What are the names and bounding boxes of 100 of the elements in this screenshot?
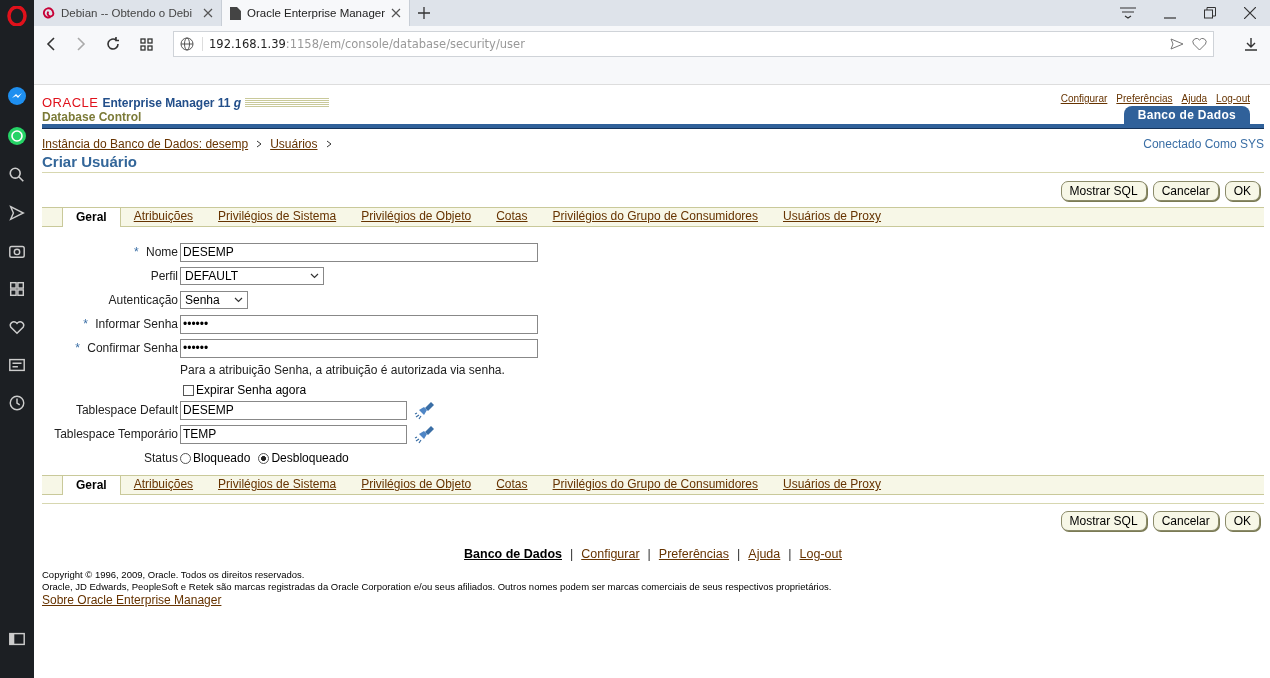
tab[interactable]: Atribuições (133, 477, 194, 494)
tab[interactable]: Geral (62, 475, 121, 495)
radio-label: Bloqueado (193, 451, 251, 465)
send-icon[interactable] (8, 204, 26, 222)
url-text: 192.168.1.39:1158/em/console/database/security/user (202, 37, 525, 51)
flashlight-icon[interactable] (413, 423, 435, 445)
chevron-icon (325, 140, 332, 148)
product-name: Enterprise Manager 11 g (102, 95, 242, 110)
field-label: Tablespace Temporário (54, 427, 178, 441)
globe-icon (180, 37, 194, 51)
trademark-text: Oracle, JD Edwards, PeopleSoft e Retek são marcas registradas da Oracle Corporation e/ou seus afiliados. Outros nomes podem ser marcas comerciais de seus respectivos proprietários. (42, 581, 833, 593)
action-button[interactable]: Mostrar SQL (1060, 511, 1147, 531)
dropdown[interactable]: DEFAULT (180, 267, 325, 285)
tab[interactable]: Privilégios de Sistema (218, 477, 337, 494)
restore-icon[interactable] (1204, 7, 1216, 19)
oracle-logo: ORACLE (42, 95, 99, 110)
sidebar-toggle-icon[interactable] (8, 630, 26, 648)
field-label: Nome (146, 245, 178, 259)
swirl-icon (42, 6, 55, 20)
checkbox[interactable] (183, 384, 194, 396)
radio-label: Desbloqueado (271, 451, 349, 465)
tab-menu-icon[interactable] (1120, 7, 1136, 19)
tab[interactable]: Privilégios do Grupo de Consumidores (552, 209, 758, 226)
tab[interactable]: Privilégios de Sistema (218, 209, 337, 226)
separator: | (647, 547, 651, 561)
history-icon[interactable] (8, 394, 26, 412)
field-label: Informar Senha (95, 317, 178, 331)
action-button[interactable]: Cancelar (1152, 511, 1219, 531)
required-mark: * (133, 245, 139, 259)
field-label: Confirmar Senha (87, 341, 178, 355)
separator: | (570, 547, 574, 561)
required-mark: * (83, 317, 88, 331)
text-field[interactable]: DESEMP (180, 242, 538, 262)
tab[interactable]: Cotas (496, 209, 528, 226)
flashlight-icon[interactable] (413, 399, 435, 421)
global-link[interactable]: Configurar (1060, 93, 1108, 104)
field-label: Perfil (150, 269, 178, 283)
separator: | (788, 547, 792, 561)
download-icon[interactable] (1244, 37, 1258, 51)
text-field[interactable]: DESEMP (180, 400, 407, 420)
footer-link[interactable]: Log-out (799, 547, 842, 561)
field-label: Status (143, 451, 178, 465)
copyright-text: Copyright © 1996, 2009, Oracle. Todos os direitos reservados. (42, 569, 306, 581)
password-field[interactable]: •••••• (180, 338, 538, 358)
hint-text: Para a atribuição Senha, a atribuição é autorizada via senha. (180, 362, 506, 379)
field-label: Autenticação (108, 293, 178, 307)
product-subtitle: Database Control (42, 110, 143, 124)
radio-button[interactable] (180, 452, 191, 464)
whatsapp-icon[interactable] (7, 126, 27, 146)
chevron-icon (233, 297, 243, 303)
breadcrumb-link[interactable]: Usuários (270, 137, 318, 151)
global-link[interactable]: Preferências (1116, 93, 1173, 104)
grid-icon[interactable] (140, 37, 153, 51)
page-title: Criar Usuário (42, 153, 1264, 173)
field-label: Tablespace Default (75, 403, 178, 417)
footer-link[interactable]: Preferências (658, 547, 730, 561)
action-button[interactable]: OK (1224, 181, 1260, 201)
footer-link[interactable]: Configurar (581, 547, 640, 561)
tab[interactable]: Usuários de Proxy (783, 209, 882, 226)
checkbox-label: Expirar Senha agora (196, 383, 307, 397)
tab[interactable]: Atribuições (133, 209, 194, 226)
reload-icon[interactable] (106, 37, 120, 51)
dropdown[interactable]: Senha (180, 291, 248, 309)
opera-logo-icon[interactable] (7, 6, 27, 26)
breadcrumb-link[interactable]: Instância do Banco de Dados: desemp (42, 137, 249, 151)
tab[interactable]: Privilégios de Objeto (361, 209, 472, 226)
chevron-icon (256, 140, 263, 148)
text-field[interactable]: TEMP (180, 424, 407, 444)
footer-link[interactable]: Banco de Dados (464, 547, 562, 561)
action-button[interactable]: Mostrar SQL (1060, 181, 1147, 201)
new-tab-icon[interactable] (418, 7, 430, 19)
heart-icon[interactable] (8, 318, 26, 336)
radio-button[interactable] (258, 452, 270, 464)
tab-title: Oracle Enterprise Manager (246, 7, 386, 19)
target-tab[interactable]: Banco de Dados (1123, 106, 1250, 124)
messenger-icon[interactable] (7, 86, 27, 106)
browser-tab[interactable]: Oracle Enterprise Manager (222, 0, 410, 26)
tab[interactable]: Privilégios do Grupo de Consumidores (552, 477, 758, 494)
password-field[interactable]: •••••• (180, 314, 538, 334)
grid-icon[interactable] (8, 280, 26, 298)
global-link[interactable]: Log-out (1216, 93, 1250, 104)
close-icon[interactable] (203, 8, 213, 18)
action-button[interactable]: Cancelar (1152, 181, 1219, 201)
tab-title: Debian -- Obtendo o Debi (61, 7, 194, 19)
separator: | (737, 547, 741, 561)
tab[interactable]: Cotas (496, 477, 528, 494)
chevron-icon (310, 273, 320, 279)
tab[interactable]: Privilégios de Objeto (361, 477, 472, 494)
search-icon[interactable] (8, 166, 26, 184)
tab[interactable]: Usuários de Proxy (783, 477, 882, 494)
back-icon[interactable] (46, 37, 56, 51)
about-link[interactable]: Sobre Oracle Enterprise Manager (42, 593, 222, 607)
action-button[interactable]: OK (1224, 511, 1260, 531)
close-icon[interactable] (391, 8, 401, 18)
tab[interactable]: Geral (62, 207, 121, 227)
global-link[interactable]: Ajuda (1181, 93, 1208, 104)
news-icon[interactable] (8, 356, 26, 374)
required-mark: * (75, 341, 80, 355)
close-icon[interactable] (1244, 7, 1256, 19)
footer-link[interactable]: Ajuda (748, 547, 781, 561)
